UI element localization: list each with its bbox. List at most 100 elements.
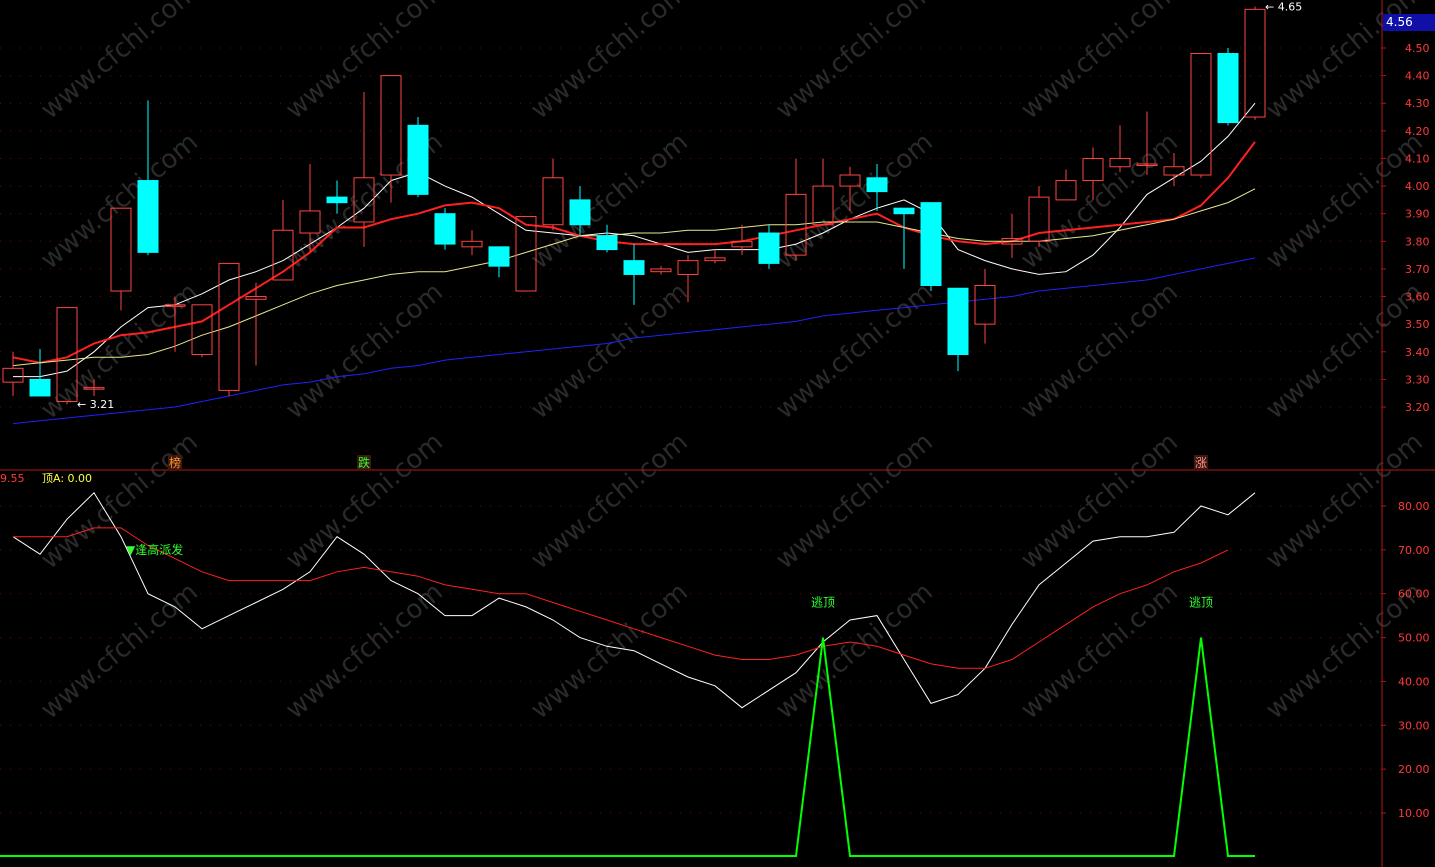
y-tick-label: 80.00 [1398,500,1430,513]
watermark-text: www.cfchi.com [525,277,694,425]
y-tick-label: 70.00 [1398,544,1430,557]
last-price-badge: 4.56 [1383,14,1435,31]
y-tick-label: 30.00 [1398,719,1430,732]
candle[interactable] [191,304,213,358]
candle[interactable] [623,244,645,305]
y-tick-label: 10.00 [1398,807,1430,820]
candle-body [677,260,699,275]
price-annotation: ← 3.21 [77,398,114,411]
y-tick-label: 3.30 [1405,373,1430,386]
candle[interactable] [974,268,996,344]
candle[interactable] [704,249,726,264]
y-tick-label: 4.20 [1405,125,1430,138]
watermark-text: www.cfchi.com [1015,277,1184,425]
event-marker: 涨 [1195,455,1207,470]
y-tick-label: 3.90 [1405,208,1430,221]
watermark-text: www.cfchi.com [1015,127,1184,275]
grid-layer [0,47,1382,814]
candle[interactable] [893,207,915,269]
candle-body [704,257,726,262]
candle-body [326,196,348,204]
indicator-legend-label: 顶A: 0.00 [42,472,92,485]
watermark-text: www.cfchi.com [525,127,694,275]
candle-body [1217,53,1239,124]
watermark-text: www.cfchi.com [35,127,204,275]
candle-body [974,284,996,325]
watermark-text: www.cfchi.com [35,577,204,725]
watermark-text: www.cfchi.com [525,427,694,575]
candle[interactable] [488,246,510,278]
watermark-text: www.cfchi.com [280,577,449,725]
candle[interactable] [461,230,483,256]
y-tick-label: 3.80 [1405,235,1430,248]
watermark-text: www.cfchi.com [770,577,939,725]
watermark-text: www.cfchi.com [770,0,939,125]
watermark-text: www.cfchi.com [1015,427,1184,575]
candle[interactable] [1190,53,1212,178]
candle[interactable] [596,224,618,253]
candle-body [245,296,267,300]
watermark-text: www.cfchi.com [280,0,449,125]
signal-annotation: 逃顶 [1189,595,1213,609]
candle[interactable] [1217,48,1239,126]
candle-body [758,232,780,264]
y-tick-label: 3.40 [1405,346,1430,359]
candle-body [1190,53,1212,176]
candle-body [920,202,942,286]
watermark-text: www.cfchi.com [35,277,204,425]
candle[interactable] [29,349,51,397]
watermark-text: www.cfchi.com [280,277,449,425]
y-tick-label: 20.00 [1398,763,1430,776]
y-tick-label: 3.20 [1405,401,1430,414]
chart-canvas[interactable]: www.cfchi.com www.cfchi.com www.cfchi.com w… [0,0,1435,867]
candle-body [29,378,51,397]
y-tick-label: 4.40 [1405,70,1430,83]
candle[interactable] [920,202,942,292]
y-tick-label: 40.00 [1398,675,1430,688]
watermark-text: www.cfchi.com [1015,0,1184,125]
price-panel[interactable]: ← 3.21 ← 4.65 榜 跌 涨 [2,1,1302,470]
candle-body [623,260,645,275]
candle-body [542,177,564,226]
candle-body [407,124,429,195]
candle-body [191,304,213,356]
y-tick-label: 3.60 [1405,291,1430,304]
candle[interactable] [245,282,267,366]
watermark-text: www.cfchi.com [1015,577,1184,725]
y-tick-label: 60.00 [1398,588,1430,601]
candle[interactable] [947,287,969,372]
candle-body [569,199,591,226]
candle[interactable] [650,266,672,275]
candle-body [866,177,888,193]
event-marker: 跌 [358,455,370,470]
candle[interactable] [434,208,456,250]
candle[interactable] [272,199,294,281]
y-tick-label: 4.50 [1405,42,1430,55]
candle-body [1082,157,1104,182]
candle-body [947,287,969,356]
watermark-text: www.cfchi.com [1260,277,1429,425]
y-tick-label: 3.50 [1405,318,1430,331]
candle-body [461,240,483,248]
axes-layer: 4.50 4.40 4.30 4.20 4.10 4.00 3.90 3.80 3.70 3.60… [0,0,1435,867]
y-tick-label: 4.30 [1405,97,1430,110]
watermark-text: www.cfchi.com [525,577,694,725]
candle[interactable] [542,158,564,231]
candle-body [893,207,915,215]
y-tick-label: 4.00 [1405,180,1430,193]
watermark-text: www.cfchi.com [770,427,939,575]
signal-annotation: 逃顶 [811,595,835,609]
y-tick-label: 3.70 [1405,263,1430,276]
candle-body [1055,180,1077,201]
candle[interactable] [1055,169,1077,201]
candle-body [434,213,456,245]
watermark-text: www.cfchi.com [1260,127,1429,275]
candle-body [488,246,510,267]
y-tick-label: 4.10 [1405,152,1430,165]
watermark-text: www.cfchi.com [35,0,204,125]
candle[interactable] [407,117,429,198]
indicator-legend-value: 9.55 [0,472,25,485]
watermark-text: www.cfchi.com [770,277,939,425]
candle[interactable] [758,224,780,269]
candle-body [596,235,618,251]
